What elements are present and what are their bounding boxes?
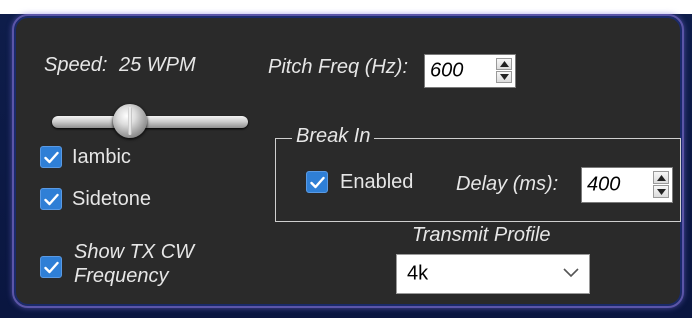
show-tx-cw-label-line2: Frequency — [74, 265, 169, 287]
show-tx-cw-frequency-label: Show TX CW Frequency — [74, 240, 194, 288]
checkmark-icon — [310, 176, 325, 189]
show-tx-cw-label-line1: Show TX CW — [74, 241, 195, 263]
speed-label: Speed: 25 WPM — [44, 54, 196, 77]
checkmark-icon — [44, 261, 59, 274]
delay-value[interactable]: 400 — [587, 174, 620, 197]
speed-slider-thumb[interactable] — [113, 104, 147, 138]
break-in-enabled-label: Enabled — [340, 171, 414, 193]
checkmark-icon — [44, 193, 59, 206]
sidetone-checkbox[interactable] — [40, 188, 62, 210]
arrow-up-icon — [657, 174, 666, 181]
break-in-enabled-checkbox[interactable] — [306, 171, 328, 193]
delay-down-button[interactable] — [653, 185, 669, 198]
break-in-title: Break In — [292, 125, 375, 148]
checkmark-icon — [44, 151, 59, 164]
transmit-profile-select[interactable]: 4k — [396, 254, 590, 294]
pitch-freq-label: Pitch Freq (Hz): — [268, 56, 409, 78]
transmit-profile-label: Transmit Profile — [412, 224, 551, 246]
speed-value: 25 WPM — [118, 54, 196, 76]
delay-up-button[interactable] — [653, 171, 669, 184]
pitch-freq-up-button[interactable] — [496, 58, 512, 70]
delay-spinner[interactable]: 400 — [581, 167, 673, 203]
speed-slider-track[interactable] — [52, 116, 248, 128]
pitch-freq-spinner[interactable]: 600 — [424, 54, 516, 88]
pitch-freq-value[interactable]: 600 — [430, 60, 463, 83]
pitch-freq-down-button[interactable] — [496, 71, 512, 83]
speed-label-text: Speed: — [44, 54, 108, 76]
transmit-profile-value: 4k — [407, 262, 429, 285]
delay-label: Delay (ms): — [456, 173, 559, 195]
arrow-down-icon — [500, 74, 509, 80]
cw-settings-panel: Speed: 25 WPM Iambic Sidetone Show TX CW… — [12, 14, 684, 308]
arrow-up-icon — [500, 61, 509, 67]
page: Speed: 25 WPM Iambic Sidetone Show TX CW… — [0, 0, 692, 318]
sidetone-label: Sidetone — [72, 188, 151, 210]
iambic-label: Iambic — [72, 146, 131, 168]
show-tx-cw-frequency-checkbox[interactable] — [40, 256, 62, 278]
arrow-down-icon — [657, 188, 666, 195]
iambic-checkbox[interactable] — [40, 146, 62, 168]
chevron-down-icon — [563, 268, 579, 278]
break-in-group: Break In Enabled Delay (ms): 400 — [275, 125, 681, 222]
